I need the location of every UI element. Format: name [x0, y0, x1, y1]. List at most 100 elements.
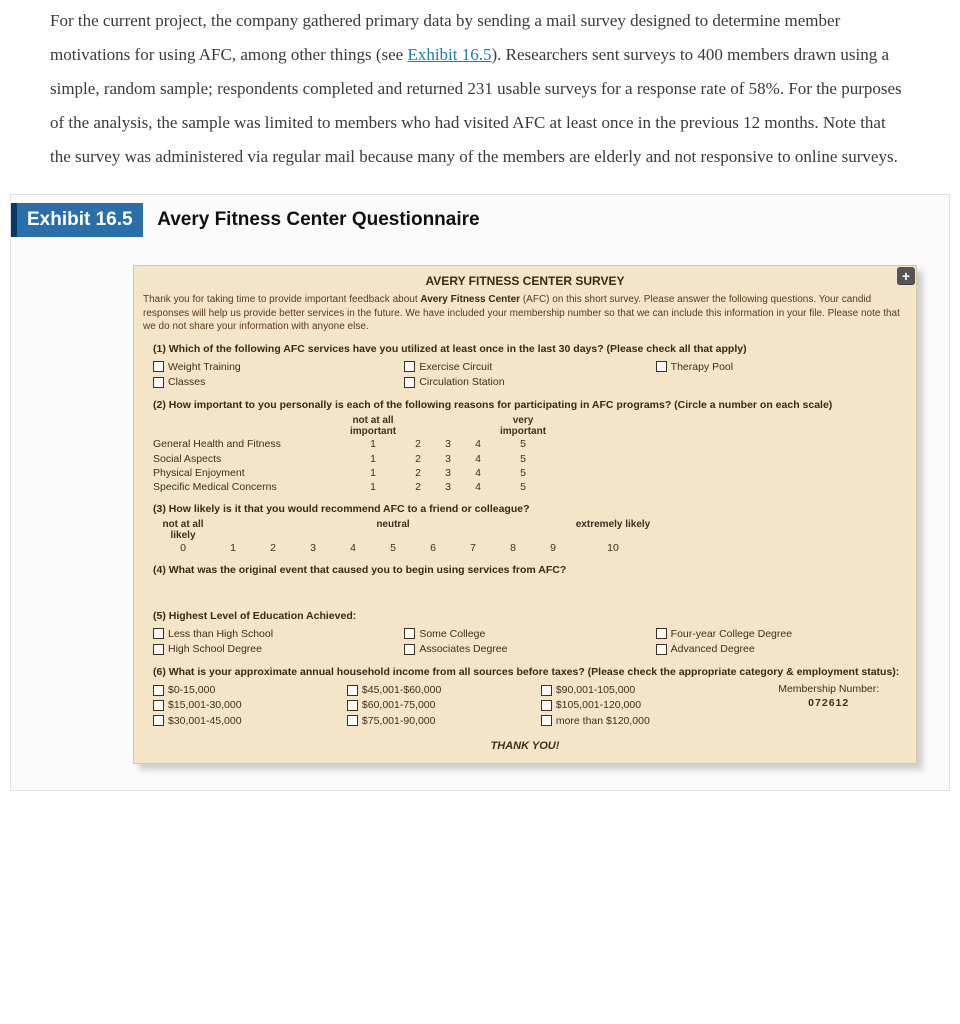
survey-intro-bold: Avery Fitness Center [420, 294, 520, 305]
q5-option[interactable]: High School Degree [153, 642, 404, 656]
q6-option[interactable]: $105,001-120,000 [541, 698, 745, 712]
nps-num[interactable]: 3 [293, 541, 333, 555]
q1-option[interactable]: Circulation Station [404, 375, 655, 389]
checkbox-icon [153, 628, 164, 639]
q6-option-label: $45,001-$60,000 [362, 683, 441, 697]
q6-option[interactable]: $30,001-45,000 [153, 714, 341, 728]
checkbox-icon [541, 685, 552, 696]
q6-option[interactable]: $90,001-105,000 [541, 683, 745, 697]
membership-label: Membership Number: [750, 682, 907, 696]
scale-num[interactable]: 5 [493, 437, 553, 451]
q5-option-label: High School Degree [168, 642, 262, 656]
q6-option-label: $30,001-45,000 [168, 714, 242, 728]
scale-num[interactable]: 3 [433, 437, 463, 451]
q2-row: General Health and Fitness 1 2 3 4 5 [153, 437, 907, 451]
q1-option[interactable]: Weight Training [153, 360, 404, 374]
q5-option-label: Some College [419, 627, 485, 641]
question-2: (2) How important to you personally is e… [153, 398, 907, 494]
checkbox-icon [153, 644, 164, 655]
q5-option[interactable]: Less than High School [153, 627, 404, 641]
scale-num[interactable]: 2 [403, 466, 433, 480]
scale-num[interactable]: 5 [493, 480, 553, 494]
checkbox-icon [153, 361, 164, 372]
q6-option-label: more than $120,000 [556, 714, 650, 728]
thank-you: THANK YOU! [143, 739, 907, 754]
q1-text: (1) Which of the following AFC services … [153, 342, 907, 356]
scale-num[interactable]: 4 [463, 437, 493, 451]
q1-option[interactable]: Classes [153, 375, 404, 389]
q2-row-label: Specific Medical Concerns [153, 480, 343, 494]
scale-num[interactable]: 2 [403, 480, 433, 494]
checkbox-icon [347, 715, 358, 726]
nps-num[interactable]: 1 [213, 541, 253, 555]
scale-num[interactable]: 1 [343, 480, 403, 494]
q6-option[interactable]: $60,001-75,000 [347, 698, 535, 712]
q3-high-label: extremely likely [573, 519, 653, 541]
question-6: (6) What is your approximate annual hous… [153, 665, 907, 729]
checkbox-icon [404, 644, 415, 655]
scale-num[interactable]: 3 [433, 480, 463, 494]
scale-num[interactable]: 4 [463, 480, 493, 494]
q6-option-label: $75,001-90,000 [362, 714, 436, 728]
checkbox-icon [153, 377, 164, 388]
q5-option[interactable]: Advanced Degree [656, 642, 907, 656]
q2-low-label: not at all important [343, 415, 403, 437]
checkbox-icon [153, 700, 164, 711]
nps-num[interactable]: 2 [253, 541, 293, 555]
checkbox-icon [347, 685, 358, 696]
q2-row: Physical Enjoyment 1 2 3 4 5 [153, 466, 907, 480]
exhibit-link[interactable]: Exhibit 16.5 [407, 45, 491, 64]
nps-num[interactable]: 8 [493, 541, 533, 555]
question-4: (4) What was the original event that cau… [153, 563, 907, 600]
checkbox-icon [404, 377, 415, 388]
q5-option[interactable]: Associates Degree [404, 642, 655, 656]
q5-option[interactable]: Four-year College Degree [656, 627, 907, 641]
q2-high-label: very important [493, 415, 553, 437]
q5-option[interactable]: Some College [404, 627, 655, 641]
scale-num[interactable]: 4 [463, 466, 493, 480]
q1-option-label: Weight Training [168, 360, 241, 374]
scale-num[interactable]: 1 [343, 437, 403, 451]
q1-option[interactable]: Exercise Circuit [404, 360, 655, 374]
scale-num[interactable]: 2 [403, 437, 433, 451]
nps-num[interactable]: 7 [453, 541, 493, 555]
nps-num[interactable]: 5 [373, 541, 413, 555]
expand-icon[interactable]: + [897, 267, 915, 285]
scale-num[interactable]: 5 [493, 466, 553, 480]
question-5: (5) Highest Level of Education Achieved:… [153, 609, 907, 658]
q1-option[interactable]: Therapy Pool [656, 360, 907, 374]
survey-image-area: + AVERY FITNESS CENTER SURVEY Thank you … [33, 259, 927, 770]
q4-text: (4) What was the original event that cau… [153, 563, 907, 577]
scale-num[interactable]: 3 [433, 466, 463, 480]
exhibit-header: Exhibit 16.5 Avery Fitness Center Questi… [11, 195, 949, 251]
nps-num[interactable]: 0 [153, 541, 213, 555]
scale-num[interactable]: 5 [493, 452, 553, 466]
q3-mid-label: neutral [373, 519, 413, 541]
survey-form: + AVERY FITNESS CENTER SURVEY Thank you … [133, 265, 917, 764]
q6-option-label: $105,001-120,000 [556, 698, 641, 712]
scale-num[interactable]: 1 [343, 466, 403, 480]
checkbox-icon [656, 361, 667, 372]
exhibit-badge: Exhibit 16.5 [11, 203, 143, 237]
scale-num[interactable]: 2 [403, 452, 433, 466]
survey-intro: Thank you for taking time to provide imp… [143, 293, 907, 334]
scale-num[interactable]: 3 [433, 452, 463, 466]
intro-paragraph: For the current project, the company gat… [0, 0, 960, 184]
scale-num[interactable]: 1 [343, 452, 403, 466]
question-1: (1) Which of the following AFC services … [153, 342, 907, 391]
q6-option-label: $0-15,000 [168, 683, 215, 697]
exhibit-container: Exhibit 16.5 Avery Fitness Center Questi… [10, 194, 950, 791]
q2-row: Social Aspects 1 2 3 4 5 [153, 452, 907, 466]
checkbox-icon [656, 628, 667, 639]
q6-option[interactable]: $0-15,000 [153, 683, 341, 697]
q6-option[interactable]: $75,001-90,000 [347, 714, 535, 728]
nps-num[interactable]: 6 [413, 541, 453, 555]
scale-num[interactable]: 4 [463, 452, 493, 466]
question-3: (3) How likely is it that you would reco… [153, 502, 907, 555]
nps-num[interactable]: 10 [573, 541, 653, 555]
nps-num[interactable]: 4 [333, 541, 373, 555]
q6-option[interactable]: $15,001-30,000 [153, 698, 341, 712]
q6-option[interactable]: $45,001-$60,000 [347, 683, 535, 697]
nps-num[interactable]: 9 [533, 541, 573, 555]
q6-option[interactable]: more than $120,000 [541, 714, 745, 728]
